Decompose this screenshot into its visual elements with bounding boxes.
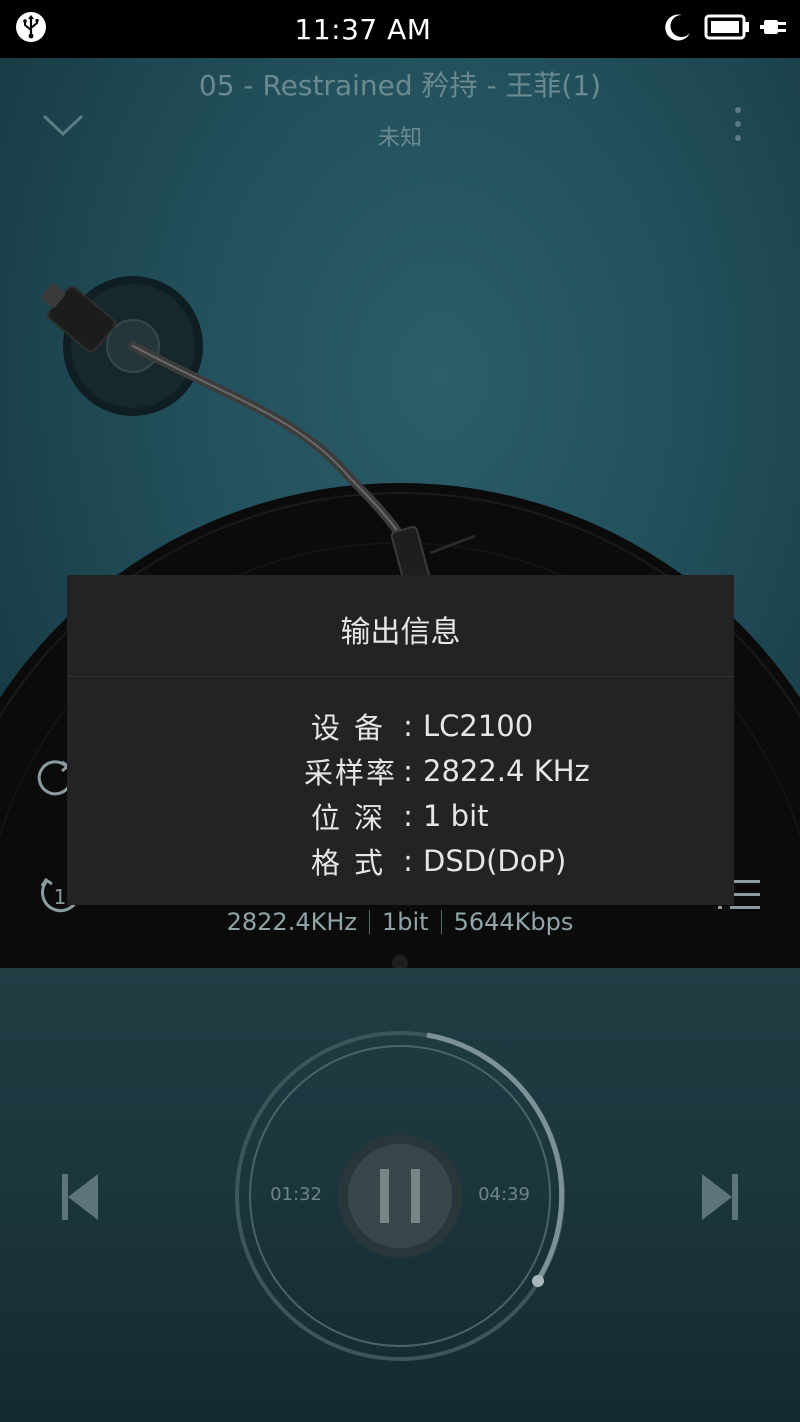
- info-row-format: 格式: DSD(DoP): [67, 838, 734, 883]
- battery-icon: [704, 13, 750, 45]
- more-options-icon[interactable]: [724, 104, 752, 144]
- repeat-count: 1: [54, 885, 67, 909]
- track-title: 05 - Restrained 矜持 - 王菲(1): [198, 69, 602, 102]
- status-bar: 11:37 AM: [0, 0, 800, 58]
- info-value: 2822.4 KHz: [423, 753, 590, 788]
- info-row-bit-depth: 位深:1 bit: [67, 793, 734, 838]
- charging-plug-icon: [760, 13, 792, 45]
- info-row-sample-rate: 采样率:2822.4 KHz: [67, 748, 734, 793]
- info-label: 设备: [310, 710, 397, 745]
- usb-icon: [14, 10, 48, 48]
- info-label: 采样率: [303, 755, 397, 790]
- info-row-device: 设备: LC2100: [67, 703, 734, 748]
- info-value: LC2100: [423, 708, 534, 743]
- bitrate: 5644Kbps: [453, 908, 574, 936]
- pause-button[interactable]: [338, 1134, 462, 1258]
- elapsed-time: 01:32: [270, 1184, 322, 1205]
- dialog-title: 输出信息: [67, 575, 734, 677]
- previous-button[interactable]: [56, 1166, 106, 1224]
- info-value: 1 bit: [423, 798, 489, 833]
- total-time: 04:39: [478, 1184, 530, 1205]
- next-button[interactable]: [696, 1166, 746, 1224]
- info-label: 格式: [310, 845, 397, 880]
- output-info-dialog: 输出信息 设备: LC2100 采样率:2822.4 KHz 位深:1 bit 格…: [67, 575, 734, 905]
- sample-rate: 2822.4KHz: [226, 908, 357, 936]
- collapse-chevron-icon[interactable]: [40, 108, 86, 142]
- info-value: DSD(DoP): [423, 843, 567, 878]
- audio-format-line: 2822.4KHz 1bit 5644Kbps: [0, 908, 800, 936]
- info-label: 位深: [310, 800, 397, 835]
- status-time: 11:37 AM: [294, 12, 432, 46]
- progress-handle: [532, 1275, 544, 1287]
- track-artist: 未知: [377, 126, 422, 151]
- moon-icon: [662, 11, 694, 47]
- bit-depth: 1bit: [381, 908, 429, 936]
